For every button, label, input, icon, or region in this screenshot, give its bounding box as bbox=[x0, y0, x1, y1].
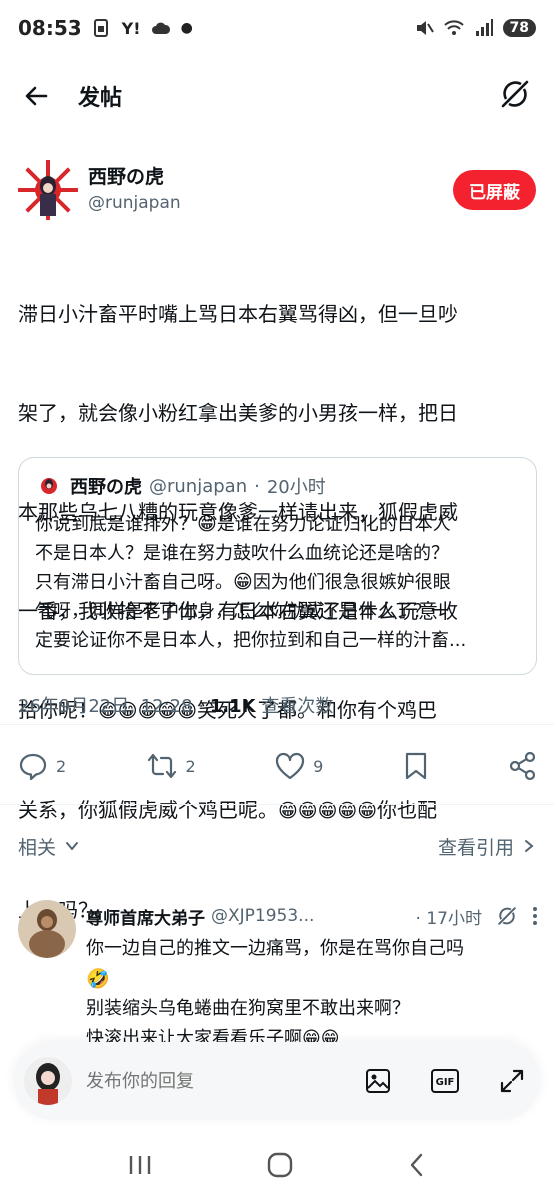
share-button[interactable] bbox=[508, 751, 538, 781]
blocked-button[interactable]: 已屏蔽 bbox=[453, 170, 536, 210]
reply-display-name[interactable]: 尊师首席大弟子 bbox=[86, 904, 205, 929]
status-bar: 08:53 Y! ● 78 bbox=[0, 0, 554, 56]
more-vertical-icon[interactable] bbox=[532, 906, 538, 926]
expand-icon[interactable] bbox=[498, 1067, 526, 1095]
svg-text:GIF: GIF bbox=[436, 1077, 455, 1088]
post-author-row: 西野の虎 @runjapan 已屏蔽 bbox=[18, 158, 536, 222]
author-display-name[interactable]: 西野の虎 bbox=[88, 164, 181, 190]
grin-emoji: 😁 bbox=[197, 513, 217, 535]
divider bbox=[0, 804, 554, 805]
gif-icon[interactable]: GIF bbox=[430, 1067, 460, 1095]
cloud-icon bbox=[151, 22, 170, 34]
related-label[interactable]: 相关 bbox=[18, 833, 56, 860]
quote-separator: · bbox=[254, 475, 260, 497]
wifi-icon bbox=[443, 20, 464, 35]
quote-display-name: 西野の虎 bbox=[70, 477, 142, 498]
bookmark-button[interactable] bbox=[403, 751, 429, 781]
related-row: 相关 查看引用 bbox=[18, 828, 536, 864]
quote-time: 20小时 bbox=[266, 477, 326, 498]
sim-icon bbox=[93, 19, 108, 37]
like-button[interactable]: 9 bbox=[275, 752, 323, 780]
heart-icon bbox=[275, 752, 305, 780]
retweet-icon bbox=[147, 753, 176, 779]
chevron-down-icon[interactable] bbox=[64, 838, 80, 854]
quoted-post-card[interactable]: 西野の虎 @runjapan · 20小时 你说到底是谁排外？😁是谁在努力论证归… bbox=[18, 457, 537, 675]
grok-icon[interactable] bbox=[498, 77, 532, 111]
views-count: 1.1K bbox=[209, 696, 256, 717]
grok-icon[interactable] bbox=[496, 905, 518, 927]
quote-handle: @runjapan bbox=[149, 475, 248, 497]
retweet-button[interactable]: 2 bbox=[146, 751, 196, 781]
top-header: 发帖 bbox=[0, 60, 554, 132]
reply-icon bbox=[19, 753, 47, 781]
home-icon[interactable] bbox=[266, 1151, 294, 1179]
back-arrow-icon[interactable] bbox=[22, 82, 50, 110]
mute-icon bbox=[416, 21, 434, 35]
view-quotes-link[interactable]: 查看引用 bbox=[438, 833, 536, 860]
reply-text: 你一边自己的推文一边痛骂，你是在骂你自己吗 🤣 别装缩头乌龟蜷曲在狗窝里不敢出来… bbox=[86, 934, 538, 1054]
share-icon bbox=[509, 751, 536, 781]
avatar[interactable] bbox=[18, 160, 78, 220]
page-title: 发帖 bbox=[78, 86, 123, 111]
reply-handle[interactable]: @XJP1953... bbox=[211, 906, 314, 926]
avatar[interactable] bbox=[18, 900, 76, 958]
signal-icon bbox=[475, 19, 493, 36]
post-timestamp: 26年9月22日, 12:28 bbox=[18, 696, 193, 717]
avatar bbox=[24, 1057, 72, 1105]
post-actions: 2 2 9 bbox=[18, 745, 538, 787]
status-time: 08:53 bbox=[18, 16, 82, 40]
post-meta: 26年9月22日, 12:28 · 1.1K 查看次数 bbox=[18, 696, 334, 717]
recent-apps-icon[interactable] bbox=[127, 1153, 153, 1177]
reply-input[interactable] bbox=[86, 1070, 326, 1092]
reply-composer: GIF bbox=[14, 1042, 540, 1120]
bookmark-icon bbox=[405, 752, 426, 780]
chevron-right-icon bbox=[525, 840, 534, 852]
battery-indicator: 78 bbox=[502, 19, 536, 37]
grin-emoji: 😁 bbox=[233, 571, 253, 593]
back-icon[interactable] bbox=[407, 1152, 427, 1178]
rofl-emoji: 🤣 bbox=[86, 968, 110, 990]
quote-avatar bbox=[35, 472, 63, 500]
system-nav-bar bbox=[0, 1130, 554, 1200]
author-handle[interactable]: @runjapan bbox=[88, 190, 181, 216]
yahoo-icon: Y! bbox=[121, 18, 141, 38]
image-icon[interactable] bbox=[364, 1067, 392, 1095]
reply-time: · 17小时 bbox=[415, 908, 482, 929]
dot-icon: ● bbox=[180, 20, 193, 36]
reply-button[interactable]: 2 bbox=[18, 751, 66, 781]
divider bbox=[0, 724, 554, 725]
views-label: 查看次数 bbox=[261, 696, 334, 717]
quote-text: 你说到底是谁排外？😁是谁在努力论证归化的日本人 不是日本人？是谁在努力鼓吹什么血… bbox=[35, 513, 467, 651]
